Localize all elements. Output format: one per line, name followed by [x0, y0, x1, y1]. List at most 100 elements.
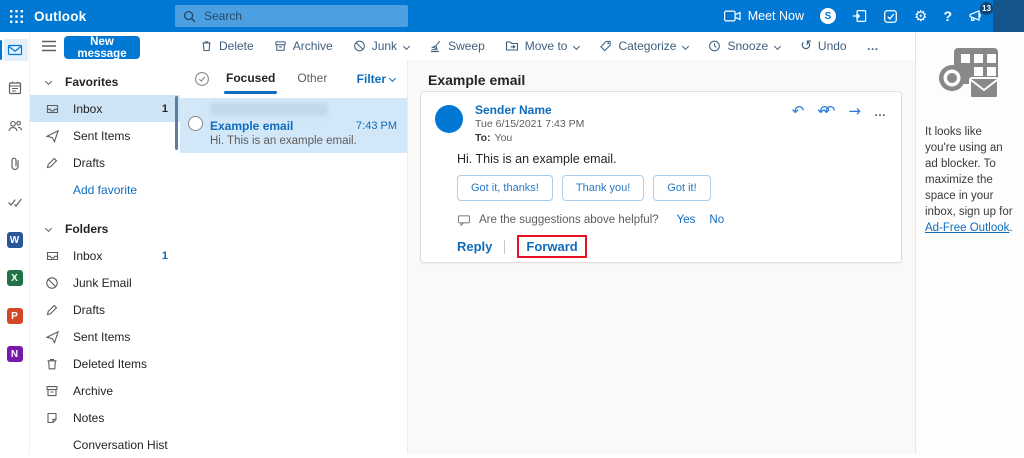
sweep-button[interactable]: Sweep — [419, 32, 495, 60]
filter-button[interactable]: Filter — [357, 72, 395, 86]
folder-label: Drafts — [73, 156, 168, 170]
settings-button[interactable]: ⚙ — [906, 0, 935, 32]
snooze-button[interactable]: Snooze — [698, 32, 790, 60]
todo-button[interactable] — [875, 0, 906, 32]
email-list-item[interactable]: Example email 7:43 PM Hi. This is an exa… — [180, 98, 407, 153]
email-card: Sender Name Tue 6/15/2021 7:43 PM To:You… — [420, 91, 902, 263]
new-message-button[interactable]: New message — [64, 36, 140, 59]
skype-button[interactable]: S — [812, 0, 844, 32]
tab-focused[interactable]: Focused — [226, 71, 275, 87]
skype-icon: S — [820, 8, 836, 24]
email-preview: Hi. This is an example email. — [210, 135, 357, 147]
chevron-down-icon — [45, 225, 52, 232]
calendar-icon — [7, 80, 23, 96]
feedback-no-button[interactable]: No — [709, 214, 724, 226]
sidebar-item-archive[interactable]: Archive — [30, 377, 180, 404]
suggested-reply-button[interactable]: Got it, thanks! — [457, 175, 553, 201]
hamburger-icon — [41, 40, 57, 52]
todo-checklist-icon — [883, 9, 898, 24]
help-button[interactable]: ? — [935, 0, 960, 32]
excel-icon: X — [7, 270, 23, 286]
sender-name[interactable]: Sender Name — [475, 103, 552, 117]
feedback-yes-button[interactable]: Yes — [677, 214, 696, 226]
delete-button[interactable]: Delete — [190, 32, 264, 60]
suggested-reply-button[interactable]: Got it! — [653, 175, 710, 201]
sender-avatar[interactable] — [435, 105, 463, 133]
archive-button[interactable]: Archive — [264, 32, 343, 60]
pencil-icon — [44, 303, 60, 317]
folder-label: Inbox — [73, 249, 162, 263]
sidebar-item-notes[interactable]: Notes — [30, 404, 180, 431]
word-icon: W — [7, 232, 23, 248]
select-all-button[interactable] — [194, 71, 210, 87]
account-button[interactable] — [993, 0, 1024, 32]
rail-word-button[interactable]: W — [0, 229, 30, 251]
ad-free-outlook-link[interactable]: Ad-Free Outlook — [925, 222, 1009, 234]
chevron-down-icon — [573, 42, 580, 49]
categorize-button[interactable]: Categorize — [589, 32, 698, 60]
rail-attachments-button[interactable] — [0, 153, 30, 175]
tab-other[interactable]: Other — [297, 71, 327, 87]
reply-icon-button[interactable]: ↶ — [792, 104, 805, 119]
command-toolbar: Delete Archive Junk Sweep Move to Catego… — [180, 32, 915, 60]
forward-icon-button[interactable]: → — [848, 104, 861, 119]
meet-now-button[interactable]: Meet Now — [716, 0, 812, 32]
chevron-down-icon — [774, 42, 781, 49]
rail-powerpoint-button[interactable]: P — [0, 305, 30, 327]
select-email-radio[interactable] — [188, 116, 203, 131]
add-favorite-button[interactable]: Add favorite — [30, 176, 180, 203]
gear-icon: ⚙ — [914, 9, 927, 24]
sidebar-scrollbar[interactable] — [175, 96, 178, 150]
circle-check-icon — [194, 71, 210, 87]
paperclip-icon — [7, 156, 23, 172]
app-title: Outlook — [34, 9, 86, 24]
unread-count: 1 — [162, 103, 168, 115]
whats-new-button[interactable]: 13 — [960, 0, 993, 32]
rail-calendar-button[interactable] — [0, 77, 30, 99]
rail-todo-button[interactable] — [0, 191, 30, 213]
sidebar-item-inbox[interactable]: Inbox 1 — [30, 242, 180, 269]
junk-button[interactable]: Junk — [343, 32, 419, 60]
rail-people-button[interactable] — [0, 115, 30, 137]
recipient-line: To:You — [475, 132, 512, 144]
email-time: 7:43 PM — [356, 120, 397, 132]
sidebar-item-drafts[interactable]: Drafts — [30, 296, 180, 323]
undo-button[interactable]: ↺ Undo — [790, 32, 856, 60]
quick-reply-row: Reply Forward — [457, 235, 587, 258]
ad-blocker-message: It looks like you're using an ad blocker… — [925, 124, 1014, 236]
folder-label: Archive — [73, 384, 168, 398]
message-actions: ↶ ↶↶ → … — [792, 104, 887, 119]
sidebar-item-deleted[interactable]: Deleted Items — [30, 350, 180, 377]
waffle-icon — [10, 10, 23, 23]
suggested-reply-button[interactable]: Thank you! — [562, 175, 644, 201]
move-folder-icon — [505, 39, 519, 53]
folders-section-header[interactable]: Folders — [30, 215, 180, 242]
unread-count: 1 — [162, 250, 168, 262]
feed-button[interactable] — [844, 0, 875, 32]
sidebar-item-sent-favorite[interactable]: Sent Items — [30, 122, 180, 149]
favorites-section-header[interactable]: Favorites — [30, 68, 180, 95]
rail-onenote-button[interactable]: N — [0, 343, 30, 365]
reply-all-icon-button[interactable]: ↶↶ — [817, 104, 835, 119]
sidebar-item-sent[interactable]: Sent Items — [30, 323, 180, 350]
sidebar-item-drafts-favorite[interactable]: Drafts — [30, 149, 180, 176]
broom-icon — [429, 39, 442, 53]
rail-excel-button[interactable]: X — [0, 267, 30, 289]
sidebar-item-junk[interactable]: Junk Email — [30, 269, 180, 296]
top-bar: Outlook Meet Now S — [0, 0, 1024, 32]
toolbar-more-button[interactable]: … — [857, 39, 890, 53]
trash-icon — [44, 357, 60, 371]
forward-button[interactable]: Forward — [526, 239, 577, 254]
app-launcher-button[interactable] — [0, 0, 32, 32]
search-bar[interactable] — [175, 5, 408, 27]
chevron-down-icon — [389, 75, 396, 82]
rail-mail-button[interactable] — [0, 39, 30, 61]
search-input[interactable] — [204, 9, 400, 23]
reply-button[interactable]: Reply — [457, 239, 492, 254]
outlook-window: Outlook Meet Now S — [0, 0, 1024, 454]
suggested-replies: Got it, thanks! Thank you! Got it! — [457, 175, 711, 201]
collapse-pane-button[interactable] — [41, 40, 57, 52]
message-more-button[interactable]: … — [874, 105, 887, 119]
move-to-button[interactable]: Move to — [495, 32, 590, 60]
sidebar-item-inbox-favorite[interactable]: Inbox 1 — [30, 95, 180, 122]
